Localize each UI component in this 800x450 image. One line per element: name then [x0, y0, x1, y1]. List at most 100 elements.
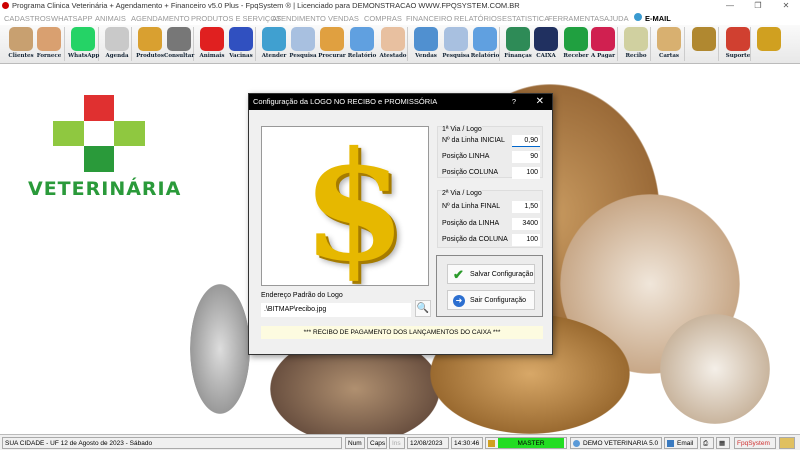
procurar-icon — [320, 27, 344, 51]
toolbar-financas-button[interactable]: Finanças — [503, 26, 533, 62]
exit-label: Sair Configuração — [470, 297, 527, 304]
toolbar-label: Fornece — [36, 53, 62, 59]
toolbar-animais-button[interactable]: Animais — [197, 26, 227, 62]
maximize-button[interactable]: ❐ — [744, 0, 772, 12]
toolbar-label: Atestado — [379, 53, 407, 59]
menu-ajuda[interactable]: AJUDA — [604, 12, 629, 25]
toolbar-suporte-button[interactable]: Suporte — [723, 26, 753, 62]
field-label: Posição COLUNA — [442, 169, 499, 176]
save-label: Salvar Configuração — [470, 271, 534, 278]
field-row: Posição COLUNA 100 — [442, 167, 540, 179]
menu-vendas[interactable]: VENDAS — [328, 12, 359, 25]
menu-cadastros[interactable]: CADASTROS — [4, 12, 51, 25]
menu-produtos[interactable]: PRODUTOS E SERVIÇOS — [191, 12, 281, 25]
toolbar-agenda-button[interactable]: Agenda — [102, 26, 132, 62]
menu-compras[interactable]: COMPRAS — [364, 12, 402, 25]
final-line-input[interactable]: 1,50 — [512, 201, 540, 213]
window-title: Programa Clinica Veterinária + Agendamen… — [12, 1, 520, 10]
financas-icon — [506, 27, 530, 51]
consultar-icon — [167, 27, 191, 51]
toolbar-fornece-button[interactable]: Fornece — [34, 26, 64, 62]
menu-relatorios[interactable]: RELATÓRIOS — [454, 12, 502, 25]
line-position-input[interactable]: 90 — [512, 151, 540, 163]
toolbar-a-pagar-button[interactable]: A Pagar — [588, 26, 618, 62]
toolbar-label: A Pagar — [590, 53, 616, 59]
toolbar-caixa-button[interactable]: CAIXA — [531, 26, 561, 62]
animais-icon — [200, 27, 224, 51]
toolbar-label: Agenda — [105, 53, 129, 59]
logo-path-input[interactable]: .\BITMAP\recibo.jpg — [261, 303, 411, 317]
group-second-copy: 2ª Via / Logo Nº da Linha FINAL 1,50 Posi… — [437, 190, 543, 248]
status-email[interactable]: Email — [664, 437, 698, 449]
toolbar-cartas-button[interactable]: Cartas — [654, 26, 684, 62]
toolbar-label: Pesquisa — [289, 53, 317, 59]
toolbar-separator — [684, 27, 685, 61]
menu-estatistica[interactable]: ESTATISTICA — [502, 12, 549, 25]
clientes-icon — [9, 27, 33, 51]
field-label: Posição LINHA — [442, 153, 490, 160]
cat-image — [660, 314, 770, 424]
toolbar-consultar-button[interactable]: Consultar — [164, 26, 194, 62]
toolbar-pesquisa-button[interactable]: Pesquisa — [441, 26, 471, 62]
logo-preview: $ — [261, 126, 429, 286]
toolbar-tool-24-button[interactable] — [754, 26, 784, 62]
arrow-right-icon: ➜ — [453, 295, 465, 307]
toolbar-label: Pesquisa — [442, 53, 470, 59]
menu-agendamento[interactable]: AGENDAMENTO — [131, 12, 190, 25]
status-caps: Caps — [367, 437, 387, 449]
close-button[interactable]: ✕ — [772, 0, 800, 12]
calculator-icon[interactable]: ▦ — [716, 437, 730, 449]
browse-button[interactable]: 🔍 — [415, 300, 431, 317]
dialog-close-button[interactable]: ✕ — [536, 94, 544, 110]
exit-config-button[interactable]: ➜ Sair Configuração — [447, 290, 535, 310]
toolbar-vendas-button[interactable]: Vendas — [411, 26, 441, 62]
toolbar-clientes-button[interactable]: Clientes — [6, 26, 36, 62]
initial-line-input[interactable]: 0,90 — [512, 135, 540, 147]
menu-email[interactable]: E-MAIL — [634, 12, 671, 25]
toolbar-recibo-button[interactable]: Recibo — [621, 26, 651, 62]
produtos-icon — [138, 27, 162, 51]
toolbar-atestado-button[interactable]: Atestado — [378, 26, 408, 62]
toolbar-receber-button[interactable]: Receber — [561, 26, 591, 62]
atestado-icon — [381, 27, 405, 51]
toolbar-procurar-button[interactable]: Procurar — [317, 26, 347, 62]
field-label: Nº da Linha INICIAL — [442, 137, 505, 144]
field-label: Posição da COLUNA — [442, 236, 508, 243]
menu-animais[interactable]: ANIMAIS — [95, 12, 126, 25]
minimize-button[interactable]: — — [716, 0, 744, 12]
menu-bar: CADASTROS WHATSAPP ANIMAIS AGENDAMENTO P… — [0, 12, 800, 25]
help-button[interactable]: ? — [512, 94, 516, 110]
printer-icon[interactable]: ⎙ — [700, 437, 714, 449]
menu-atendimento[interactable]: ATENDIMENTO — [272, 12, 326, 25]
toolbar-label: Produtos — [136, 53, 164, 59]
column-position-input[interactable]: 100 — [512, 167, 540, 179]
a-pagar-icon — [591, 27, 615, 51]
toolbar-whatsapp-button[interactable]: WhatsApp — [68, 26, 99, 62]
toolbar-relatorio-button[interactable]: Relatório — [347, 26, 377, 62]
line-position-2-input[interactable]: 3400 — [512, 218, 540, 230]
app-icon — [2, 2, 9, 9]
save-config-button[interactable]: ✔ Salvar Configuração — [447, 264, 535, 284]
status-date: 12/08/2023 — [407, 437, 449, 449]
toolbar-produtos-button[interactable]: Produtos — [135, 26, 165, 62]
field-row: Posição LINHA 90 — [442, 151, 540, 163]
toolbar-label: Atender — [261, 53, 287, 59]
toolbar-label: Vendas — [415, 53, 437, 59]
toolbar-pesquisa-button[interactable]: Pesquisa — [288, 26, 318, 62]
tool-24-icon — [757, 27, 781, 51]
brand-name: VETERINÁRIA — [28, 178, 182, 200]
menu-whatsapp[interactable]: WHATSAPP — [51, 12, 93, 25]
menu-ferramentas[interactable]: FERRAMENTAS — [548, 12, 604, 25]
toolbar-vacinas-button[interactable]: Vacinas — [226, 26, 256, 62]
group-title: 1ª Via / Logo — [442, 126, 482, 133]
toolbar-relatorio-button[interactable]: Relatório — [470, 26, 500, 62]
logo-path-label: Endereço Padrão do Logo — [261, 292, 343, 299]
column-position-2-input[interactable]: 100 — [512, 234, 540, 246]
toolbar-tool-22-button[interactable] — [689, 26, 719, 62]
lock-icon[interactable] — [779, 437, 795, 449]
relatorio-icon — [473, 27, 497, 51]
title-bar: Programa Clinica Veterinária + Agendamen… — [0, 0, 800, 12]
receipt-caption: *** RECIBO DE PAGAMENTO DOS LANÇAMENTOS … — [261, 326, 543, 339]
toolbar-atender-button[interactable]: Atender — [259, 26, 289, 62]
menu-financeiro[interactable]: FINANCEIRO — [406, 12, 452, 25]
